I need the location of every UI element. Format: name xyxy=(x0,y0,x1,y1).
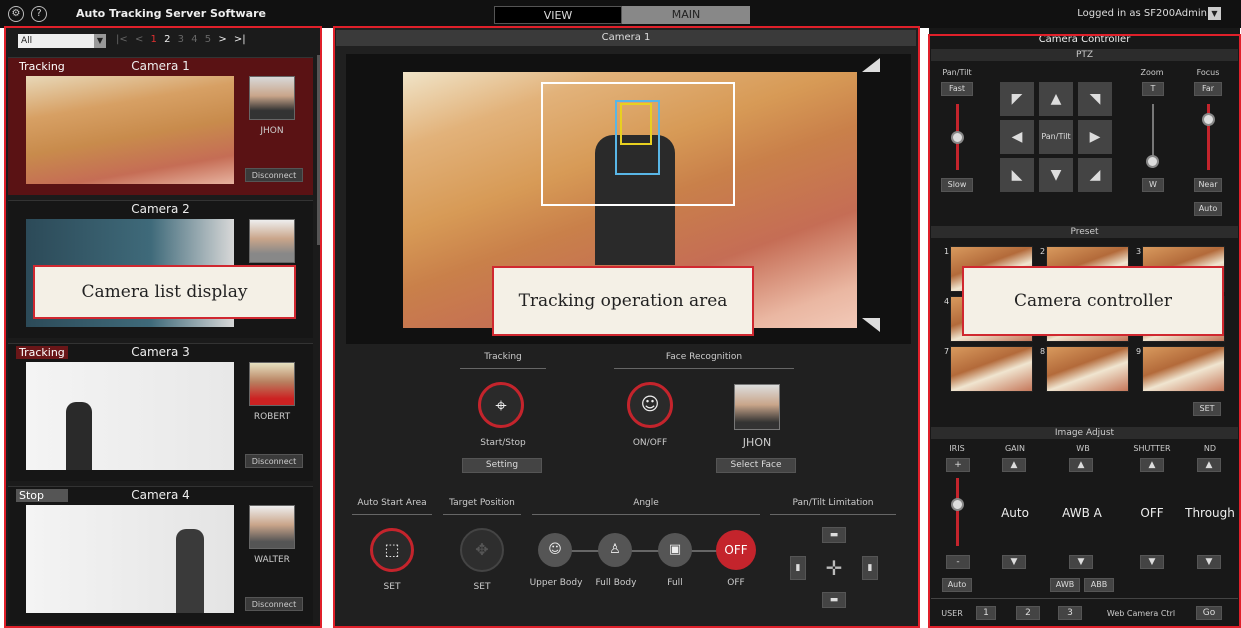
tracking-area-callout: Tracking operation area xyxy=(492,266,754,336)
login-status: Logged in as SF200Admin xyxy=(1077,8,1207,19)
tab-main[interactable]: MAIN xyxy=(622,6,750,24)
app-title: Auto Tracking Server Software xyxy=(76,7,266,20)
settings-icon[interactable]: ⚙ xyxy=(8,6,24,22)
camera-list-callout: Camera list display xyxy=(33,265,296,319)
user-menu-dropdown-icon[interactable]: ▼ xyxy=(1208,7,1221,20)
camera-list-outline xyxy=(4,26,322,628)
help-icon[interactable]: ? xyxy=(31,6,47,22)
tab-view[interactable]: VIEW xyxy=(494,6,622,24)
controller-callout: Camera controller xyxy=(962,266,1224,336)
top-bar: ⚙ ? Auto Tracking Server Software VIEW M… xyxy=(0,0,1241,28)
